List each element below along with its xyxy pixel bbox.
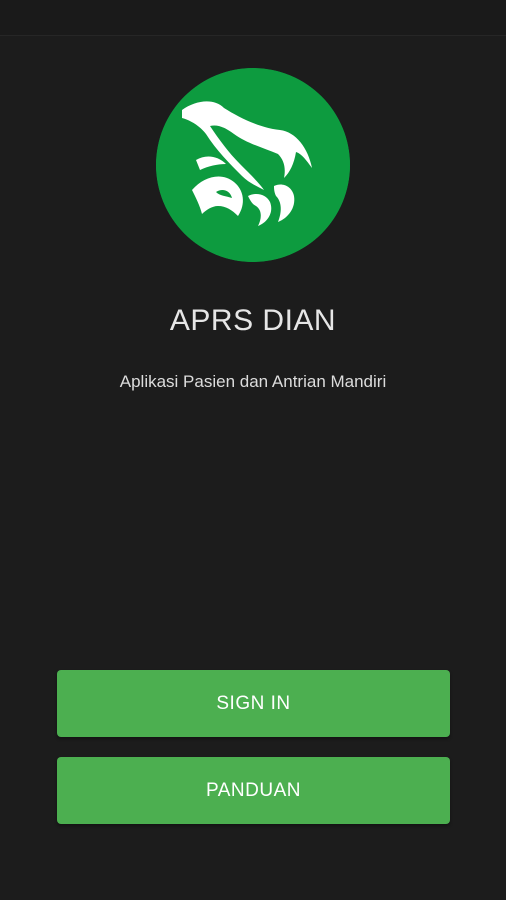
status-bar	[0, 0, 506, 36]
hospital-logo-icon	[156, 68, 350, 262]
sign-in-button-label: SIGN IN	[216, 692, 291, 714]
guide-button-label: PANDUAN	[206, 779, 301, 801]
app-title: APRS DIAN	[169, 304, 337, 337]
sign-in-button[interactable]: SIGN IN	[57, 670, 450, 737]
guide-button[interactable]: PANDUAN	[57, 757, 450, 824]
splash-screen: APRS DIAN Aplikasi Pasien dan Antrian Ma…	[0, 0, 506, 900]
app-subtitle: Aplikasi Pasien dan Antrian Mandiri	[119, 372, 387, 391]
